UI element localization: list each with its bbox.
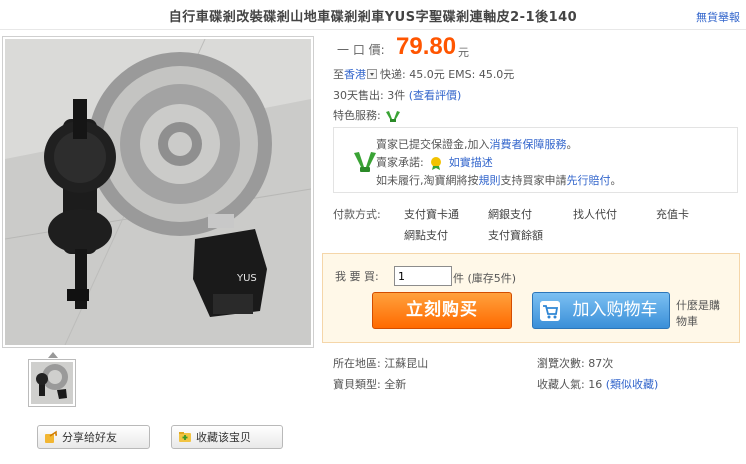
- services-label: 特色服務:: [333, 109, 381, 122]
- type-value: 全新: [384, 378, 407, 391]
- thumbnail-pointer: [48, 352, 58, 358]
- shipping-fees: 快递: 45.0元 EMS: 45.0元: [380, 68, 515, 81]
- share-button[interactable]: 分享给好友: [37, 425, 150, 449]
- price-label: 一 口 價:: [337, 43, 385, 57]
- payment-method: 找人代付: [573, 208, 617, 221]
- view-reviews-link[interactable]: (查看評價): [409, 89, 462, 102]
- share-icon: [45, 430, 57, 443]
- payment-method: 網銀支付: [488, 208, 532, 221]
- shipping-destination[interactable]: 香港: [344, 68, 366, 81]
- advance-compensation-link[interactable]: 先行賠付: [567, 174, 611, 187]
- guarantee-line-2: 賣家承諾: 如實描述: [376, 154, 493, 170]
- guarantee-text: 賣家已提交保證金,加入: [376, 138, 490, 151]
- title-bar: 自行車碟剎改裝碟剎山地車碟剎剎車YUS字聖碟剎連軸皮2-1後140 無貨舉報: [0, 0, 746, 30]
- report-link[interactable]: 無貨舉報: [696, 9, 740, 25]
- chevron-down-icon[interactable]: [367, 69, 377, 79]
- similar-favorites-link[interactable]: (類似收藏): [606, 378, 659, 391]
- product-thumbnail[interactable]: [28, 359, 76, 407]
- shipping-prefix: 至: [333, 68, 344, 81]
- product-image[interactable]: YUS: [5, 39, 311, 345]
- quantity-input[interactable]: [394, 266, 452, 286]
- favorites-row: 收藏人氣: 16 (類似收藏): [537, 376, 658, 392]
- favorites-label: 收藏人氣:: [537, 378, 585, 391]
- buy-now-button[interactable]: 立刻购买: [372, 292, 512, 329]
- price-unit: 元: [458, 46, 469, 59]
- guarantee-rule-text: 如未履行,淘寶網將按: [376, 174, 479, 187]
- views-value: 87次: [588, 357, 614, 370]
- thumbnail-illustration: [31, 362, 73, 404]
- type-row: 寶貝類型: 全新: [333, 376, 406, 392]
- guarantee-line-3: 如未履行,淘寶網將按規則支持買家申請先行賠付。: [376, 172, 622, 188]
- badge-icon: [431, 157, 442, 170]
- services-row: 特色服務:: [333, 107, 402, 123]
- thumbnail-image: [31, 362, 73, 404]
- consumer-protection-icon: [354, 152, 376, 172]
- views-label: 瀏覽次數:: [537, 357, 585, 370]
- payment-method: 網點支付: [404, 229, 448, 242]
- views-row: 瀏覽次數: 87次: [537, 355, 613, 371]
- payment-method: 支付寶餘額: [488, 229, 543, 242]
- svg-text:YUS: YUS: [236, 273, 257, 284]
- product-title: 自行車碟剎改裝碟剎山地車碟剎剎車YUS字聖碟剎連軸皮2-1後140: [168, 10, 578, 25]
- guarantee-end: 。: [610, 174, 622, 187]
- promise-label: 賣家承諾:: [376, 156, 424, 169]
- collect-button[interactable]: 收藏该宝贝: [171, 425, 283, 449]
- payment-label: 付款方式:: [333, 208, 381, 221]
- payment-method: 支付寶卡通: [404, 208, 459, 221]
- what-is-cart-link[interactable]: 什麼是購物車: [676, 298, 728, 330]
- payment-method: 充值卡: [656, 208, 689, 221]
- sales-count: 30天售出: 3件: [333, 89, 406, 102]
- add-to-cart-label: 加入购物车: [572, 300, 658, 320]
- location-label: 所在地區:: [333, 357, 381, 370]
- consumer-protection-link[interactable]: 消費者保障服務: [490, 138, 567, 151]
- thumbs-up-hands-icon[interactable]: [384, 109, 402, 123]
- price-value: 79.80: [396, 33, 457, 60]
- as-described-link[interactable]: 如實描述: [449, 156, 493, 169]
- product-photo-illustration: YUS: [5, 39, 311, 345]
- type-label: 寶貝類型:: [333, 378, 381, 391]
- stock-text: 件 (庫存5件): [453, 272, 517, 285]
- quantity-label: 我 要 買:: [335, 270, 379, 283]
- guarantee-panel: 賣家已提交保證金,加入消費者保障服務。 賣家承諾: 如實描述 如未履行,淘寶網將…: [333, 127, 738, 193]
- favorites-value: 16: [588, 378, 603, 391]
- location-row: 所在地區: 江蘇昆山: [333, 355, 428, 371]
- shipping-row: 至香港 快递: 45.0元 EMS: 45.0元: [333, 66, 514, 82]
- folder-add-icon: [179, 432, 191, 442]
- add-to-cart-button[interactable]: 加入购物车: [532, 292, 670, 329]
- cart-icon: [540, 301, 560, 321]
- rules-link[interactable]: 規則: [479, 174, 501, 187]
- share-button-label: 分享给好友: [62, 431, 117, 444]
- location-value: 江蘇昆山: [384, 357, 429, 370]
- guarantee-mid-text: 支持買家申請: [500, 174, 567, 187]
- collect-button-label: 收藏该宝贝: [196, 431, 251, 444]
- sales-row: 30天售出: 3件 (查看評價): [333, 87, 461, 103]
- product-image-frame: YUS: [2, 36, 314, 348]
- guarantee-suffix: 。: [566, 138, 578, 151]
- guarantee-line-1: 賣家已提交保證金,加入消費者保障服務。: [376, 136, 578, 152]
